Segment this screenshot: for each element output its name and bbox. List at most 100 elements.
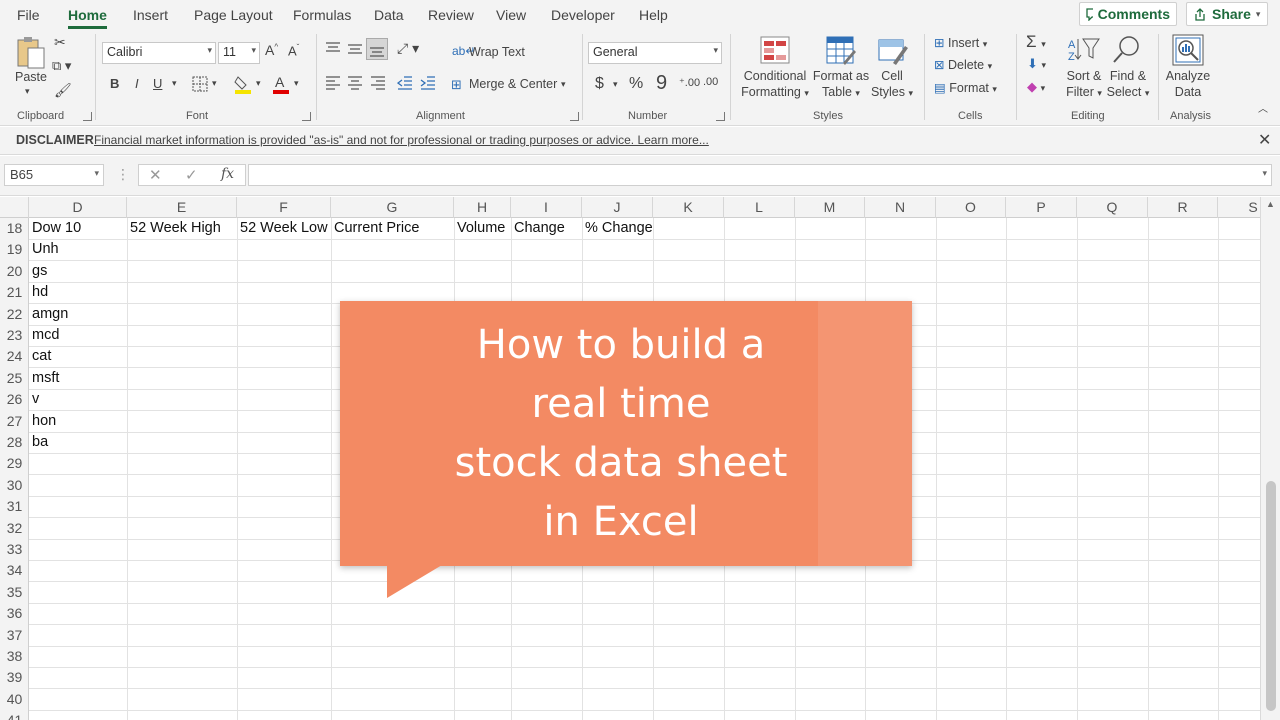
row-header[interactable]: 34 <box>0 560 29 581</box>
align-top-icon[interactable] <box>325 42 341 59</box>
cell-j18[interactable]: % Change <box>582 218 653 239</box>
row-header[interactable]: 24 <box>0 346 29 367</box>
insert-function-button[interactable]: fx <box>221 166 234 182</box>
row-header[interactable]: 28 <box>0 432 29 453</box>
column-header-f[interactable]: F <box>237 197 331 218</box>
cell-d25[interactable]: msft <box>29 368 59 389</box>
chevron-down-icon[interactable]: ▾ <box>256 78 261 89</box>
row-header[interactable]: 23 <box>0 325 29 346</box>
formula-input[interactable]: ▾ <box>248 164 1272 186</box>
align-right-icon[interactable] <box>370 76 386 93</box>
chevron-down-icon[interactable]: ▾ <box>294 78 299 89</box>
cell-styles-button[interactable]: Cell Styles ▾ <box>866 68 918 101</box>
row-header[interactable]: 39 <box>0 667 29 688</box>
disclaimer-link[interactable]: Financial market information is provided… <box>94 133 709 147</box>
cell-d19[interactable]: Unh <box>29 239 59 260</box>
row-header[interactable]: 40 <box>0 689 29 710</box>
format-as-table-button[interactable]: Format as Table ▾ <box>812 68 870 101</box>
row-header[interactable]: 20 <box>0 261 29 282</box>
row-header[interactable]: 29 <box>0 453 29 474</box>
column-header-r[interactable]: R <box>1148 197 1218 218</box>
align-center-icon[interactable] <box>347 76 363 93</box>
column-header-h[interactable]: H <box>454 197 511 218</box>
tab-data[interactable]: Data <box>374 7 404 23</box>
scroll-up-icon[interactable]: ▲ <box>1266 199 1275 209</box>
column-header-s[interactable]: S <box>1218 197 1260 218</box>
cancel-icon[interactable]: ✕ <box>149 166 162 184</box>
tab-file[interactable]: File <box>17 7 40 23</box>
row-header[interactable]: 36 <box>0 603 29 624</box>
font-color-icon[interactable]: A <box>272 74 290 97</box>
bold-button[interactable]: B <box>110 76 119 91</box>
chevron-down-icon[interactable]: ▾ <box>1262 168 1267 179</box>
tab-home[interactable]: Home <box>68 7 107 29</box>
wrap-text-button[interactable]: Wrap Text <box>469 45 525 59</box>
tab-formulas[interactable]: Formulas <box>293 7 351 23</box>
close-icon[interactable]: ✕ <box>1258 130 1271 150</box>
cell-d22[interactable]: amgn <box>29 304 68 325</box>
analyze-data-button[interactable]: Analyze Data <box>1162 68 1214 100</box>
borders-icon[interactable] <box>192 76 208 95</box>
format-painter-icon[interactable]: 🖌 <box>54 82 72 99</box>
font-size-select[interactable]: 11 ▾ <box>218 42 260 64</box>
column-header-q[interactable]: Q <box>1077 197 1148 218</box>
chevron-down-icon[interactable]: ▾ <box>172 78 177 89</box>
row-header[interactable]: 18 <box>0 218 29 239</box>
column-header-p[interactable]: P <box>1006 197 1077 218</box>
orientation-icon[interactable]: ⤢ ▾ <box>397 40 419 57</box>
cell-g18[interactable]: Current Price <box>331 218 419 239</box>
increase-font-icon[interactable]: A^ <box>265 42 278 58</box>
increase-decimal-icon[interactable]: ⁺.00 <box>679 76 700 89</box>
comments-button[interactable]: Comments <box>1079 2 1177 26</box>
cell-i18[interactable]: Change <box>511 218 565 239</box>
row-header[interactable]: 26 <box>0 389 29 410</box>
paste-icon[interactable] <box>16 36 46 73</box>
row-header[interactable]: 19 <box>0 239 29 260</box>
cut-icon[interactable]: ✂ <box>54 34 66 51</box>
number-format-select[interactable]: General ▾ <box>588 42 722 64</box>
select-all-corner[interactable] <box>0 197 29 218</box>
collapse-ribbon-icon[interactable]: ︿ <box>1258 100 1268 115</box>
align-middle-icon[interactable] <box>347 42 363 59</box>
tab-review[interactable]: Review <box>428 7 474 23</box>
cell-d24[interactable]: cat <box>29 346 51 367</box>
cell-d21[interactable]: hd <box>29 282 48 303</box>
font-launcher-icon[interactable] <box>302 112 311 121</box>
align-bottom-icon[interactable] <box>366 38 388 60</box>
tab-insert[interactable]: Insert <box>133 7 168 23</box>
row-header[interactable]: 27 <box>0 411 29 432</box>
cell-d20[interactable]: gs <box>29 261 47 282</box>
cell-h18[interactable]: Volume <box>454 218 505 239</box>
column-header-e[interactable]: E <box>127 197 237 218</box>
row-header[interactable]: 25 <box>0 368 29 389</box>
clipboard-launcher-icon[interactable] <box>83 112 92 121</box>
tab-help[interactable]: Help <box>639 7 668 23</box>
underline-button[interactable]: U <box>153 76 162 91</box>
chevron-down-icon[interactable]: ▾ <box>94 168 99 179</box>
copy-icon[interactable]: ⧉ ▾ <box>52 58 71 74</box>
merge-center-button[interactable]: Merge & Center <box>469 77 557 91</box>
row-header[interactable]: 22 <box>0 304 29 325</box>
row-header[interactable]: 21 <box>0 282 29 303</box>
font-name-select[interactable]: Calibri ▾ <box>102 42 216 64</box>
row-header[interactable]: 38 <box>0 646 29 667</box>
column-header-o[interactable]: O <box>936 197 1006 218</box>
cell-d18[interactable]: Dow 10 <box>29 218 81 239</box>
conditional-formatting-button[interactable]: Conditional Formatting ▾ <box>736 68 814 101</box>
fill-color-icon[interactable] <box>234 74 252 97</box>
cell-d26[interactable]: v <box>29 389 39 410</box>
chevron-down-icon[interactable]: ▾ <box>212 78 217 89</box>
number-launcher-icon[interactable] <box>716 112 725 121</box>
autosum-icon[interactable]: Σ ▾ <box>1026 32 1046 52</box>
italic-button[interactable]: I <box>135 76 139 91</box>
fill-icon[interactable]: ⬇ ▾ <box>1027 56 1046 72</box>
cell-d28[interactable]: ba <box>29 432 48 453</box>
cell-d23[interactable]: mcd <box>29 325 59 346</box>
cell-e18[interactable]: 52 Week High <box>127 218 221 239</box>
enter-icon[interactable]: ✓ <box>185 166 198 184</box>
cell-d27[interactable]: hon <box>29 411 56 432</box>
row-header[interactable]: 41 <box>0 710 29 720</box>
row-header[interactable]: 30 <box>0 475 29 496</box>
comma-style-icon[interactable]: 9 <box>656 72 667 95</box>
column-header-j[interactable]: J <box>582 197 653 218</box>
